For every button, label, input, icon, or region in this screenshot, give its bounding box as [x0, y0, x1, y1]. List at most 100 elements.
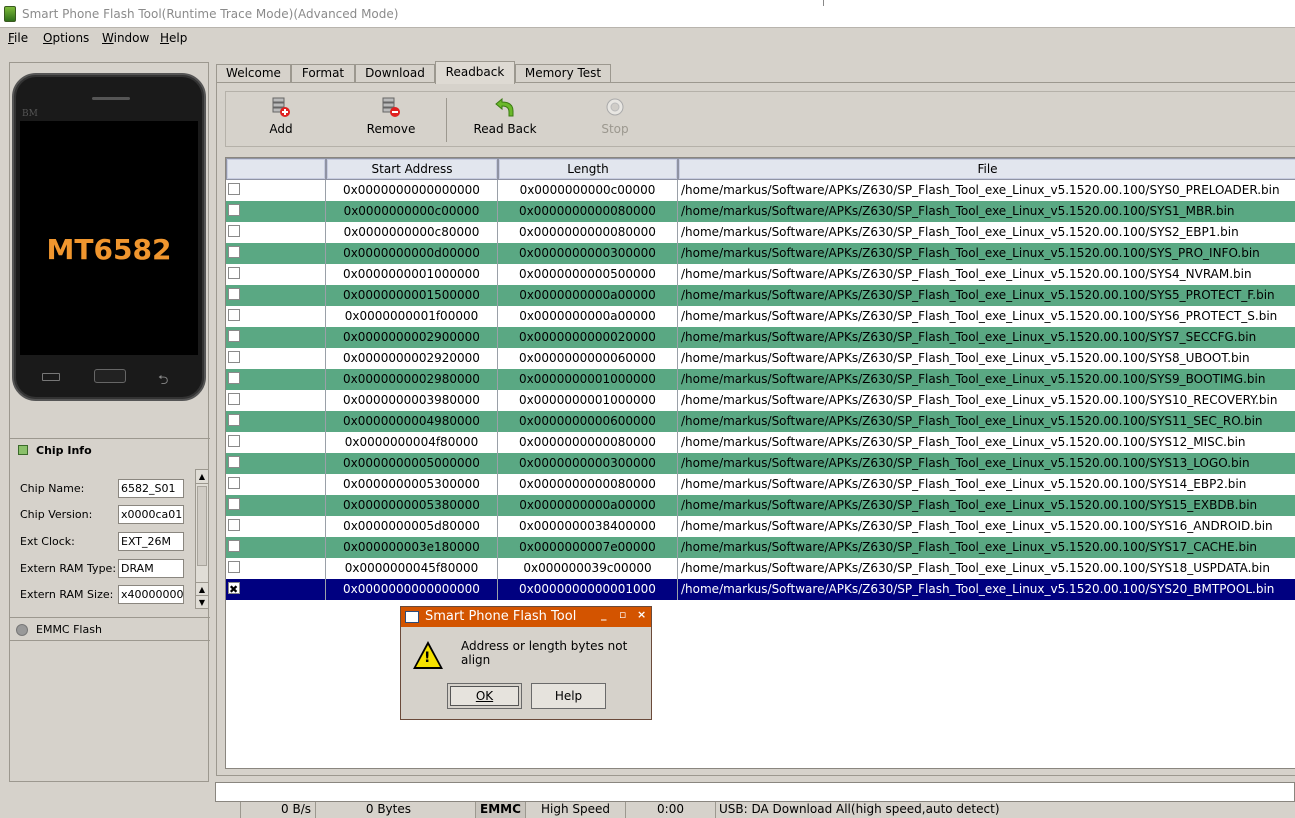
table-row[interactable]: 0x0000000005d80000 0x0000000038400000/hom…	[226, 516, 1295, 537]
table-row[interactable]: 0x0000000004980000 0x0000000000600000/hom…	[226, 411, 1295, 432]
row-length[interactable]: 0x0000000000a00000	[498, 306, 678, 327]
row-file[interactable]: /home/markus/Software/APKs/Z630/SP_Flash…	[678, 285, 1295, 306]
scroll-up-small-icon[interactable]: ▲	[196, 582, 208, 595]
row-length[interactable]: 0x000000039c00000	[498, 558, 678, 579]
column-start-address[interactable]: Start Address	[326, 158, 498, 180]
table-row[interactable]: 0x0000000001000000 0x0000000000500000/hom…	[226, 264, 1295, 285]
row-start-address[interactable]: 0x0000000005300000	[326, 474, 498, 495]
table-row[interactable]: 0x0000000004f80000 0x0000000000080000/hom…	[226, 432, 1295, 453]
row-file[interactable]: /home/markus/Software/APKs/Z630/SP_Flash…	[678, 369, 1295, 390]
column-length[interactable]: Length	[498, 158, 678, 180]
row-start-address[interactable]: 0x0000000004980000	[326, 411, 498, 432]
table-row[interactable]: 0x0000000002920000 0x0000000000060000/hom…	[226, 348, 1295, 369]
row-start-address[interactable]: 0x0000000000000000	[326, 180, 498, 201]
row-file[interactable]: /home/markus/Software/APKs/Z630/SP_Flash…	[678, 432, 1295, 453]
column-file[interactable]: File	[678, 158, 1295, 180]
minimize-icon[interactable]: _	[601, 608, 607, 621]
scroll-thumb[interactable]	[197, 486, 207, 566]
row-checkbox[interactable]	[228, 246, 240, 258]
row-length[interactable]: 0x0000000000080000	[498, 201, 678, 222]
row-start-address[interactable]: 0x0000000005000000	[326, 453, 498, 474]
row-length[interactable]: 0x0000000038400000	[498, 516, 678, 537]
row-checkbox[interactable]	[228, 414, 240, 426]
row-checkbox[interactable]	[228, 351, 240, 363]
row-file[interactable]: /home/markus/Software/APKs/Z630/SP_Flash…	[678, 180, 1295, 201]
table-row[interactable]: 0x0000000045f80000 0x000000039c00000/home…	[226, 558, 1295, 579]
ok-button[interactable]: OK	[447, 683, 522, 709]
row-file[interactable]: /home/markus/Software/APKs/Z630/SP_Flash…	[678, 411, 1295, 432]
tab-format[interactable]: Format	[291, 64, 355, 83]
row-checkbox[interactable]	[228, 183, 240, 195]
row-start-address[interactable]: 0x0000000005380000	[326, 495, 498, 516]
scroll-down-icon[interactable]: ▼	[196, 595, 208, 608]
table-row[interactable]: 0x0000000000c00000 0x0000000000080000/hom…	[226, 201, 1295, 222]
row-file[interactable]: /home/markus/Software/APKs/Z630/SP_Flash…	[678, 243, 1295, 264]
row-start-address[interactable]: 0x0000000004f80000	[326, 432, 498, 453]
tab-welcome[interactable]: Welcome	[216, 64, 291, 83]
table-row[interactable]: 0x0000000005000000 0x0000000000300000/hom…	[226, 453, 1295, 474]
remove-button[interactable]: Remove	[346, 96, 436, 146]
row-checkbox[interactable]	[228, 456, 240, 468]
ram-type-field[interactable]: DRAM	[118, 559, 184, 578]
tab-download[interactable]: Download	[355, 64, 435, 83]
row-length[interactable]: 0x0000000007e00000	[498, 537, 678, 558]
row-start-address[interactable]: 0x0000000001f00000	[326, 306, 498, 327]
row-length[interactable]: 0x0000000000600000	[498, 411, 678, 432]
row-file[interactable]: /home/markus/Software/APKs/Z630/SP_Flash…	[678, 453, 1295, 474]
row-start-address[interactable]: 0x0000000002980000	[326, 369, 498, 390]
close-icon[interactable]: ×	[637, 608, 646, 621]
row-length[interactable]: 0x0000000001000000	[498, 390, 678, 411]
row-start-address[interactable]: 0x0000000000000000	[326, 579, 498, 600]
chip-info-tab[interactable]: Chip Info	[10, 438, 210, 462]
row-length[interactable]: 0x0000000000a00000	[498, 495, 678, 516]
menu-file[interactable]: File	[8, 31, 28, 45]
row-length[interactable]: 0x0000000000c00000	[498, 180, 678, 201]
row-checkbox[interactable]	[228, 288, 240, 300]
row-file[interactable]: /home/markus/Software/APKs/Z630/SP_Flash…	[678, 558, 1295, 579]
row-checkbox[interactable]	[228, 372, 240, 384]
table-row[interactable]: 0x00000000000000000x0000000000001000/hom…	[226, 579, 1295, 600]
row-checkbox[interactable]	[228, 267, 240, 279]
chip-info-scrollbar[interactable]: ▲ ▲ ▼	[195, 469, 209, 609]
row-checkbox[interactable]	[228, 561, 240, 573]
row-start-address[interactable]: 0x0000000001500000	[326, 285, 498, 306]
row-length[interactable]: 0x0000000000a00000	[498, 285, 678, 306]
row-checkbox[interactable]	[228, 393, 240, 405]
table-row[interactable]: 0x0000000002900000 0x0000000000020000/hom…	[226, 327, 1295, 348]
row-start-address[interactable]: 0x0000000002920000	[326, 348, 498, 369]
row-file[interactable]: /home/markus/Software/APKs/Z630/SP_Flash…	[678, 474, 1295, 495]
row-start-address[interactable]: 0x0000000003980000	[326, 390, 498, 411]
table-row[interactable]: 0x0000000001500000 0x0000000000a00000/hom…	[226, 285, 1295, 306]
read-back-button[interactable]: Read Back	[460, 96, 550, 146]
row-start-address[interactable]: 0x0000000000c80000	[326, 222, 498, 243]
row-file[interactable]: /home/markus/Software/APKs/Z630/SP_Flash…	[678, 327, 1295, 348]
row-checkbox[interactable]	[228, 519, 240, 531]
table-row[interactable]: 0x0000000000d00000 0x0000000000300000/hom…	[226, 243, 1295, 264]
row-length[interactable]: 0x0000000000080000	[498, 432, 678, 453]
row-start-address[interactable]: 0x0000000005d80000	[326, 516, 498, 537]
row-file[interactable]: /home/markus/Software/APKs/Z630/SP_Flash…	[678, 390, 1295, 411]
row-checkbox[interactable]	[228, 580, 240, 600]
menu-options[interactable]: Options	[43, 31, 89, 45]
row-checkbox[interactable]	[228, 435, 240, 447]
row-start-address[interactable]: 0x0000000002900000	[326, 327, 498, 348]
row-start-address[interactable]: 0x0000000000d00000	[326, 243, 498, 264]
stop-button[interactable]: Stop	[570, 96, 660, 146]
row-length[interactable]: 0x0000000000080000	[498, 474, 678, 495]
row-start-address[interactable]: 0x0000000000c00000	[326, 201, 498, 222]
row-length[interactable]: 0x0000000000020000	[498, 327, 678, 348]
dialog-title-bar[interactable]: Smart Phone Flash Tool _ ▫ ×	[401, 607, 651, 627]
table-row[interactable]: 0x0000000000000000 0x0000000000c00000/hom…	[226, 180, 1295, 201]
emmc-flash-tab[interactable]: EMMC Flash	[10, 617, 210, 641]
table-row[interactable]: 0x0000000001f00000 0x0000000000a00000/hom…	[226, 306, 1295, 327]
chip-name-field[interactable]: 6582_S01	[118, 479, 184, 498]
column-check[interactable]	[226, 158, 326, 180]
table-row[interactable]: 0x0000000002980000 0x0000000001000000/hom…	[226, 369, 1295, 390]
row-file[interactable]: /home/markus/Software/APKs/Z630/SP_Flash…	[678, 222, 1295, 243]
menu-window[interactable]: Window	[102, 31, 149, 45]
add-button[interactable]: Add	[236, 96, 326, 146]
ram-size-field[interactable]: x40000000	[118, 585, 184, 604]
row-length[interactable]: 0x0000000000080000	[498, 222, 678, 243]
ext-clock-field[interactable]: EXT_26M	[118, 532, 184, 551]
row-checkbox[interactable]	[228, 540, 240, 552]
